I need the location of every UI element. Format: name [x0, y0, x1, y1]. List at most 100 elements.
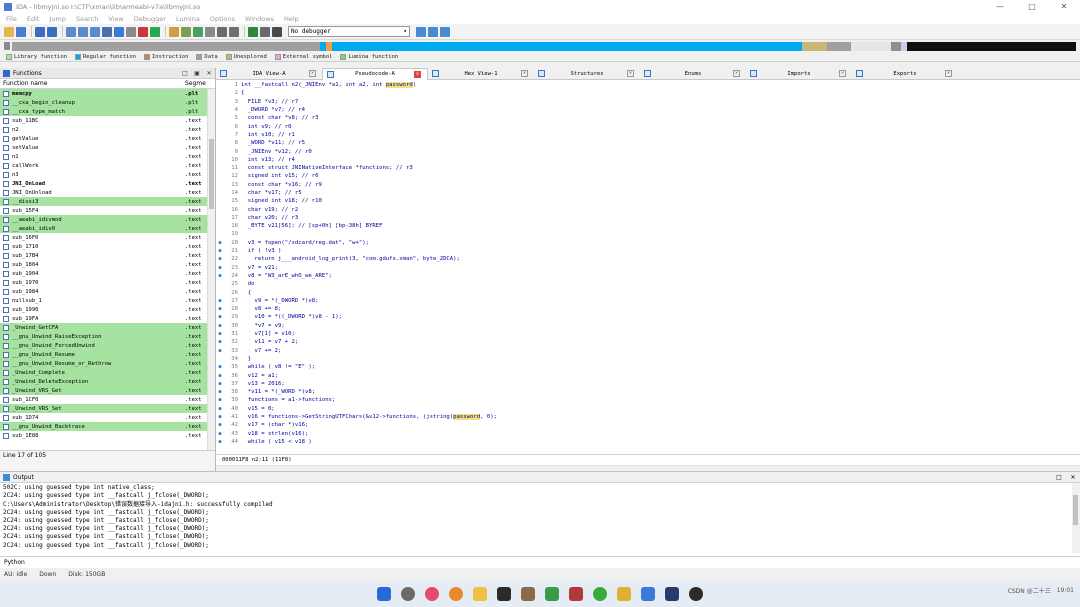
code-text[interactable]: functions = a1->functions; [241, 397, 336, 403]
image-icon[interactable] [138, 26, 148, 37]
breakpoint-dot-icon[interactable]: ● [216, 248, 224, 254]
code-line[interactable]: ● 32 v11 = v7 + 2; [216, 338, 1080, 346]
function-row[interactable]: __divsi3 .text [0, 197, 215, 206]
step-over-icon[interactable] [428, 26, 438, 37]
code-text[interactable]: v7 = v21; [241, 265, 278, 271]
menu-lumina[interactable]: Lumina [176, 15, 200, 23]
output-float-icon[interactable]: □ [1052, 474, 1066, 481]
panel-pin-icon[interactable]: ▣ [191, 70, 203, 77]
code-line[interactable]: 2{ [216, 89, 1080, 97]
code-line[interactable]: ● 44 while ( v15 < v18 ) [216, 438, 1080, 446]
breakpoint-dot-icon[interactable]: ● [216, 406, 224, 412]
code-text[interactable]: } [241, 356, 251, 362]
code-line[interactable]: 8 _WORD *v11; // r5 [216, 139, 1080, 147]
function-row[interactable]: _Unwind_DeleteException .text [0, 377, 215, 386]
code-text[interactable]: int v9; // r0 [241, 124, 292, 130]
code-text[interactable]: v8 += 8; [241, 306, 281, 312]
code-line[interactable]: 16 char v19; // r2 [216, 205, 1080, 213]
code-line[interactable]: 6 int v9; // r0 [216, 122, 1080, 130]
breakpoint-dot-icon[interactable]: ● [216, 348, 224, 354]
file-explorer-icon[interactable] [473, 586, 487, 601]
menu-file[interactable]: File [6, 15, 17, 23]
code-line[interactable]: 7 int v10; // r1 [216, 131, 1080, 139]
menu-edit[interactable]: Edit [27, 15, 40, 23]
code-text[interactable]: const char *v8; // r3 [241, 115, 319, 121]
code-text[interactable]: if ( !v3 ) [241, 248, 282, 254]
breakpoint-dot-icon[interactable]: ● [216, 298, 224, 304]
function-row[interactable]: n3 .text [0, 170, 215, 179]
breakpoint-dot-icon[interactable]: ● [216, 306, 224, 312]
code-text[interactable]: do [241, 281, 255, 287]
function-row[interactable]: _Unwind_GetCFA .text [0, 323, 215, 332]
python-label[interactable]: Python [4, 559, 25, 566]
breakpoint-dot-icon[interactable]: ● [216, 273, 224, 279]
code-text[interactable]: _WORD *v11; // r5 [241, 140, 305, 146]
tab-exports[interactable]: Exports ✕ [852, 68, 958, 80]
code-line[interactable]: 26 { [216, 288, 1080, 296]
code-text[interactable]: signed int v15; // r6 [241, 173, 319, 179]
code-line[interactable]: 15 signed int v18; // r10 [216, 197, 1080, 205]
tab-close-icon[interactable]: ✕ [945, 69, 952, 77]
stop-icon[interactable] [272, 26, 282, 37]
code-line[interactable]: 19 [216, 230, 1080, 238]
code-text[interactable]: _BYTE v21[56]; // [sp+0h] [bp-38h] BYREF [241, 223, 383, 229]
tab-close-icon[interactable]: ✕ [309, 69, 316, 77]
code-line[interactable]: 11 const struct JNINativeInterface *func… [216, 164, 1080, 172]
breakpoint-dot-icon[interactable]: ● [216, 414, 224, 420]
terminal-icon[interactable] [497, 586, 511, 601]
tab-imports[interactable]: Imports ✕ [746, 68, 852, 80]
editor-icon[interactable] [545, 586, 559, 601]
code-text[interactable]: v17 = (char *)v16; [241, 422, 309, 428]
code-text[interactable]: char v20; // r3 [241, 215, 299, 221]
code-line[interactable]: ● 24 v8 = "W3_arE_whO_we_ARE"; [216, 272, 1080, 280]
menu-view[interactable]: View [108, 15, 123, 23]
tab-close-icon[interactable]: ✕ [627, 69, 634, 77]
breakpoint-dot-icon[interactable]: ● [216, 373, 224, 379]
code-line[interactable]: ● 41 v16 = functions->GetStringUTFChars(&… [216, 413, 1080, 421]
python-input[interactable]: Python [0, 556, 1080, 568]
function-row[interactable]: sub_16F0 .text [0, 233, 215, 242]
qq-icon[interactable] [689, 586, 703, 601]
function-row[interactable]: sub_1710 .text [0, 242, 215, 251]
code-line[interactable]: ● 30 *v7 = v9; [216, 322, 1080, 330]
code-line[interactable]: 25 do [216, 280, 1080, 288]
function-row[interactable]: __cxa_type_match .plt [0, 107, 215, 116]
code-line[interactable]: ● 38 *v11 = *(_WORD *)v8; [216, 388, 1080, 396]
code-line[interactable]: ● 33 v7 += 2; [216, 347, 1080, 355]
pause-icon[interactable] [260, 26, 270, 37]
function-row[interactable]: sub_1904 .text [0, 269, 215, 278]
code-line[interactable]: ● 37 v13 = 2016; [216, 380, 1080, 388]
menu-options[interactable]: Options [210, 15, 235, 23]
paste-icon[interactable] [78, 26, 88, 37]
function-row[interactable]: __gnu_Unwind_RaiseException .text [0, 332, 215, 341]
menu-help[interactable]: Help [284, 15, 299, 23]
code-line[interactable]: ● 43 v18 = strlen(v16); [216, 429, 1080, 437]
menu-jump[interactable]: Jump [49, 15, 66, 23]
code-text[interactable]: v13 = 2016; [241, 381, 285, 387]
breakpoint-dot-icon[interactable]: ● [216, 389, 224, 395]
code-line[interactable]: 10 int v13; // r4 [216, 156, 1080, 164]
breakpoint-dot-icon[interactable]: ● [216, 331, 224, 337]
code-text[interactable]: _DWORD *v7; // r4 [241, 107, 305, 113]
code-text[interactable]: char *v17; // r5 [241, 190, 302, 196]
tab-structures[interactable]: Structures ✕ [534, 68, 640, 80]
code-text[interactable]: *v7 = v9; [241, 323, 284, 329]
breakpoint-dot-icon[interactable]: ● [216, 323, 224, 329]
breakpoint-dot-icon[interactable]: ● [216, 314, 224, 320]
code-line[interactable]: ● 22 return j___android_log_print(3, "com… [216, 255, 1080, 263]
breakpoint-dot-icon[interactable]: ● [216, 381, 224, 387]
firefox-icon[interactable] [449, 586, 463, 601]
code-line[interactable]: 18 _BYTE v21[56]; // [sp+0h] [bp-38h] BY… [216, 222, 1080, 230]
menu-windows[interactable]: Windows [245, 15, 274, 23]
maximize-button[interactable]: □ [1016, 2, 1048, 11]
tab-ida-view-a[interactable]: IDA View-A ✕ [216, 68, 322, 80]
function-row[interactable]: JNI_OnLoad .text [0, 179, 215, 188]
ida-taskbar-icon[interactable] [521, 586, 535, 601]
code-line[interactable]: ● 36 v12 = a1; [216, 371, 1080, 379]
code-line[interactable]: ● 28 v8 += 8; [216, 305, 1080, 313]
function-row[interactable]: _Unwind_VRS_Get .text [0, 386, 215, 395]
code-line[interactable]: 5 const char *v8; // r3 [216, 114, 1080, 122]
code-line[interactable]: 17 char v20; // r3 [216, 214, 1080, 222]
code-line[interactable]: 4 _DWORD *v7; // r4 [216, 106, 1080, 114]
function-row[interactable]: _Unwind_VRS_Set .text [0, 404, 215, 413]
